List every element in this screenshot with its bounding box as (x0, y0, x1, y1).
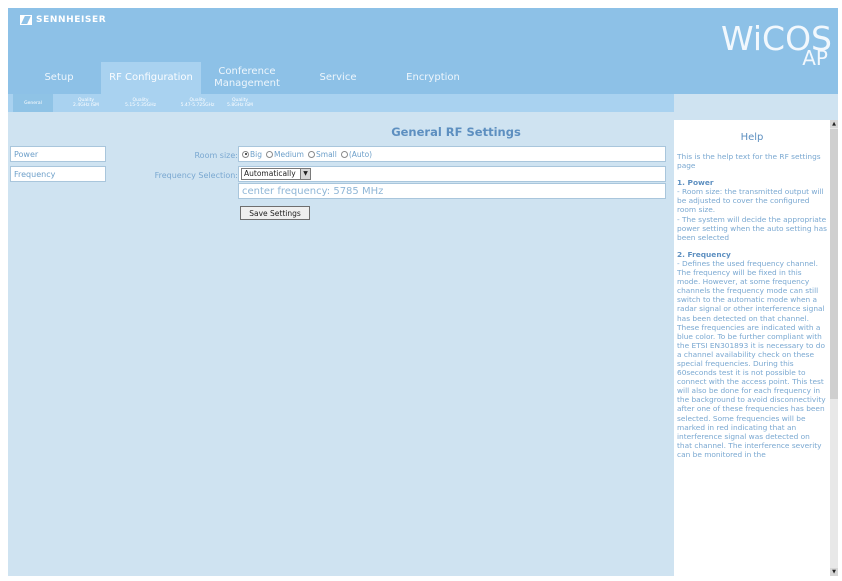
radio-icon[interactable] (242, 150, 249, 158)
center-frequency-display: center frequency: 5785 MHz (238, 183, 666, 199)
help-intro: This is the help text for the RF setting… (677, 152, 821, 171)
page-title: General RF Settings (391, 125, 521, 139)
app-frame: SENNHEISER WiCOS AP Setup RF Configurati… (8, 8, 838, 576)
radio-icon[interactable] (340, 150, 348, 158)
help-title: Help (740, 132, 764, 143)
chevron-down-icon[interactable]: ▼ (300, 169, 310, 179)
subtab-label: General (24, 100, 42, 106)
help-frequency-heading: 2. Frequency (677, 249, 731, 259)
sennheiser-logo: SENNHEISER (20, 15, 106, 25)
subtab-quality-5-47ghz[interactable]: Quality 5.47-5.725GHz (170, 94, 225, 112)
frequency-select[interactable]: Automatically ▼ (241, 168, 311, 180)
subtab-quality-5-8ghz[interactable]: Quality 5.8GHz ISM (220, 94, 260, 112)
radio-icon[interactable] (308, 150, 315, 158)
subtab-quality-5-15ghz[interactable]: Quality 5.15-5.35GHz (113, 94, 168, 112)
radio-label: Medium (274, 149, 304, 159)
room-size-option-auto[interactable]: (Auto) (340, 149, 373, 159)
room-size-option-medium[interactable]: Medium (266, 150, 304, 159)
subtab-quality-2-4ghz[interactable]: Quality 2.4GHz ISM (61, 94, 111, 112)
subtab-sublabel: 5.8GHz ISM (227, 103, 253, 108)
room-size-option-small[interactable]: Small (308, 150, 337, 159)
help-body: This is the help text for the RF setting… (677, 152, 827, 570)
scrollbar-thumb[interactable] (830, 129, 838, 399)
frequency-selection-label: Frequency Selection: (154, 171, 238, 180)
tab-service[interactable]: Service (308, 62, 368, 94)
scroll-down-icon[interactable]: ▼ (830, 568, 838, 576)
header-bar: SENNHEISER WiCOS AP Setup RF Configurati… (8, 8, 838, 94)
frequency-selection-field: Automatically ▼ (238, 166, 666, 182)
room-size-field: Big Medium Small (Auto) (238, 146, 666, 162)
radio-label: (Auto) (348, 149, 373, 159)
tab-setup[interactable]: Setup (34, 62, 84, 94)
subtab-bar: General Quality 2.4GHz ISM Quality 5.15-… (8, 94, 674, 112)
subtab-bar-spacer (674, 94, 838, 112)
tab-conference-management[interactable]: Conference Management (204, 62, 290, 94)
sennheiser-logo-icon (20, 15, 32, 25)
room-size-option-big[interactable]: Big (242, 150, 262, 159)
product-subname: AP (802, 46, 828, 70)
subtab-sublabel: 5.15-5.35GHz (125, 103, 156, 108)
subtab-sublabel: 2.4GHz ISM (73, 103, 99, 108)
subtab-sublabel: 5.47-5.725GHz (180, 103, 215, 108)
save-settings-button[interactable]: Save Settings (240, 206, 310, 220)
nav-item-frequency[interactable]: Frequency (10, 166, 106, 182)
subtab-general[interactable]: General (13, 94, 53, 112)
radio-label: Small (316, 149, 337, 159)
help-power-text: - Room size: the transmitted output will… (677, 187, 824, 215)
room-size-label: Room size: (194, 151, 238, 160)
radio-label: Big (250, 149, 262, 159)
radio-icon[interactable] (266, 150, 273, 158)
nav-item-power[interactable]: Power (10, 146, 106, 162)
frequency-select-value: Automatically (244, 169, 296, 178)
help-frequency-text: - Defines the used frequency channel. Th… (677, 258, 826, 459)
logo-text: SENNHEISER (36, 15, 107, 25)
tab-encryption[interactable]: Encryption (393, 62, 473, 94)
scroll-up-icon[interactable]: ▲ (830, 120, 838, 128)
help-power-text: - The system will decide the appropriate… (677, 214, 827, 242)
tab-rf-configuration[interactable]: RF Configuration (101, 62, 201, 94)
help-scrollbar[interactable]: ▲ ▼ (830, 120, 838, 576)
help-panel: Help This is the help text for the RF se… (674, 120, 838, 576)
help-power-heading: 1. Power (677, 178, 714, 188)
